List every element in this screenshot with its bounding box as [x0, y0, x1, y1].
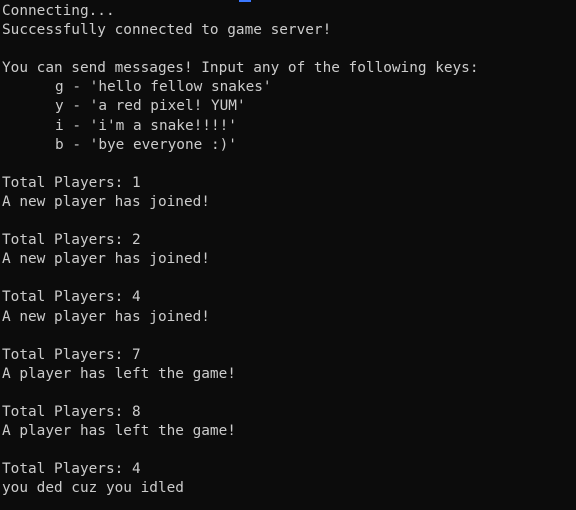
- status-line-connecting: Connecting...: [2, 3, 115, 19]
- event-message-line: A new player has joined!: [2, 193, 210, 210]
- player-count-line: Total Players: 8: [2, 403, 141, 420]
- player-count-line: Total Players: 2: [2, 232, 141, 249]
- player-count-line: Total Players: 4: [2, 461, 141, 478]
- key-option-y: y - 'a red pixel! YUM': [55, 98, 246, 115]
- event-message-line: A new player has joined!: [2, 251, 210, 268]
- key-option-b: b - 'bye everyone :)': [55, 136, 237, 153]
- player-count-line: Total Players: 7: [2, 346, 141, 363]
- player-count-line: Total Players: 1: [2, 174, 141, 191]
- event-message-line: A new player has joined!: [2, 308, 210, 325]
- key-option-i: i - 'i'm a snake!!!!': [55, 117, 237, 134]
- event-message-line: you ded cuz you idled: [2, 480, 184, 497]
- instructions-line: You can send messages! Input any of the …: [2, 60, 479, 77]
- status-line-connected: Successfully connected to game server!: [2, 22, 332, 39]
- key-option-g: g - 'hello fellow snakes': [55, 79, 272, 96]
- player-count-line: Total Players: 4: [2, 289, 141, 306]
- event-message-line: A player has left the game!: [2, 423, 236, 440]
- terminal-accent-mark: [239, 0, 251, 2]
- terminal-window[interactable]: Connecting... Successfully connected to …: [0, 0, 576, 510]
- event-message-line: A player has left the game!: [2, 365, 236, 382]
